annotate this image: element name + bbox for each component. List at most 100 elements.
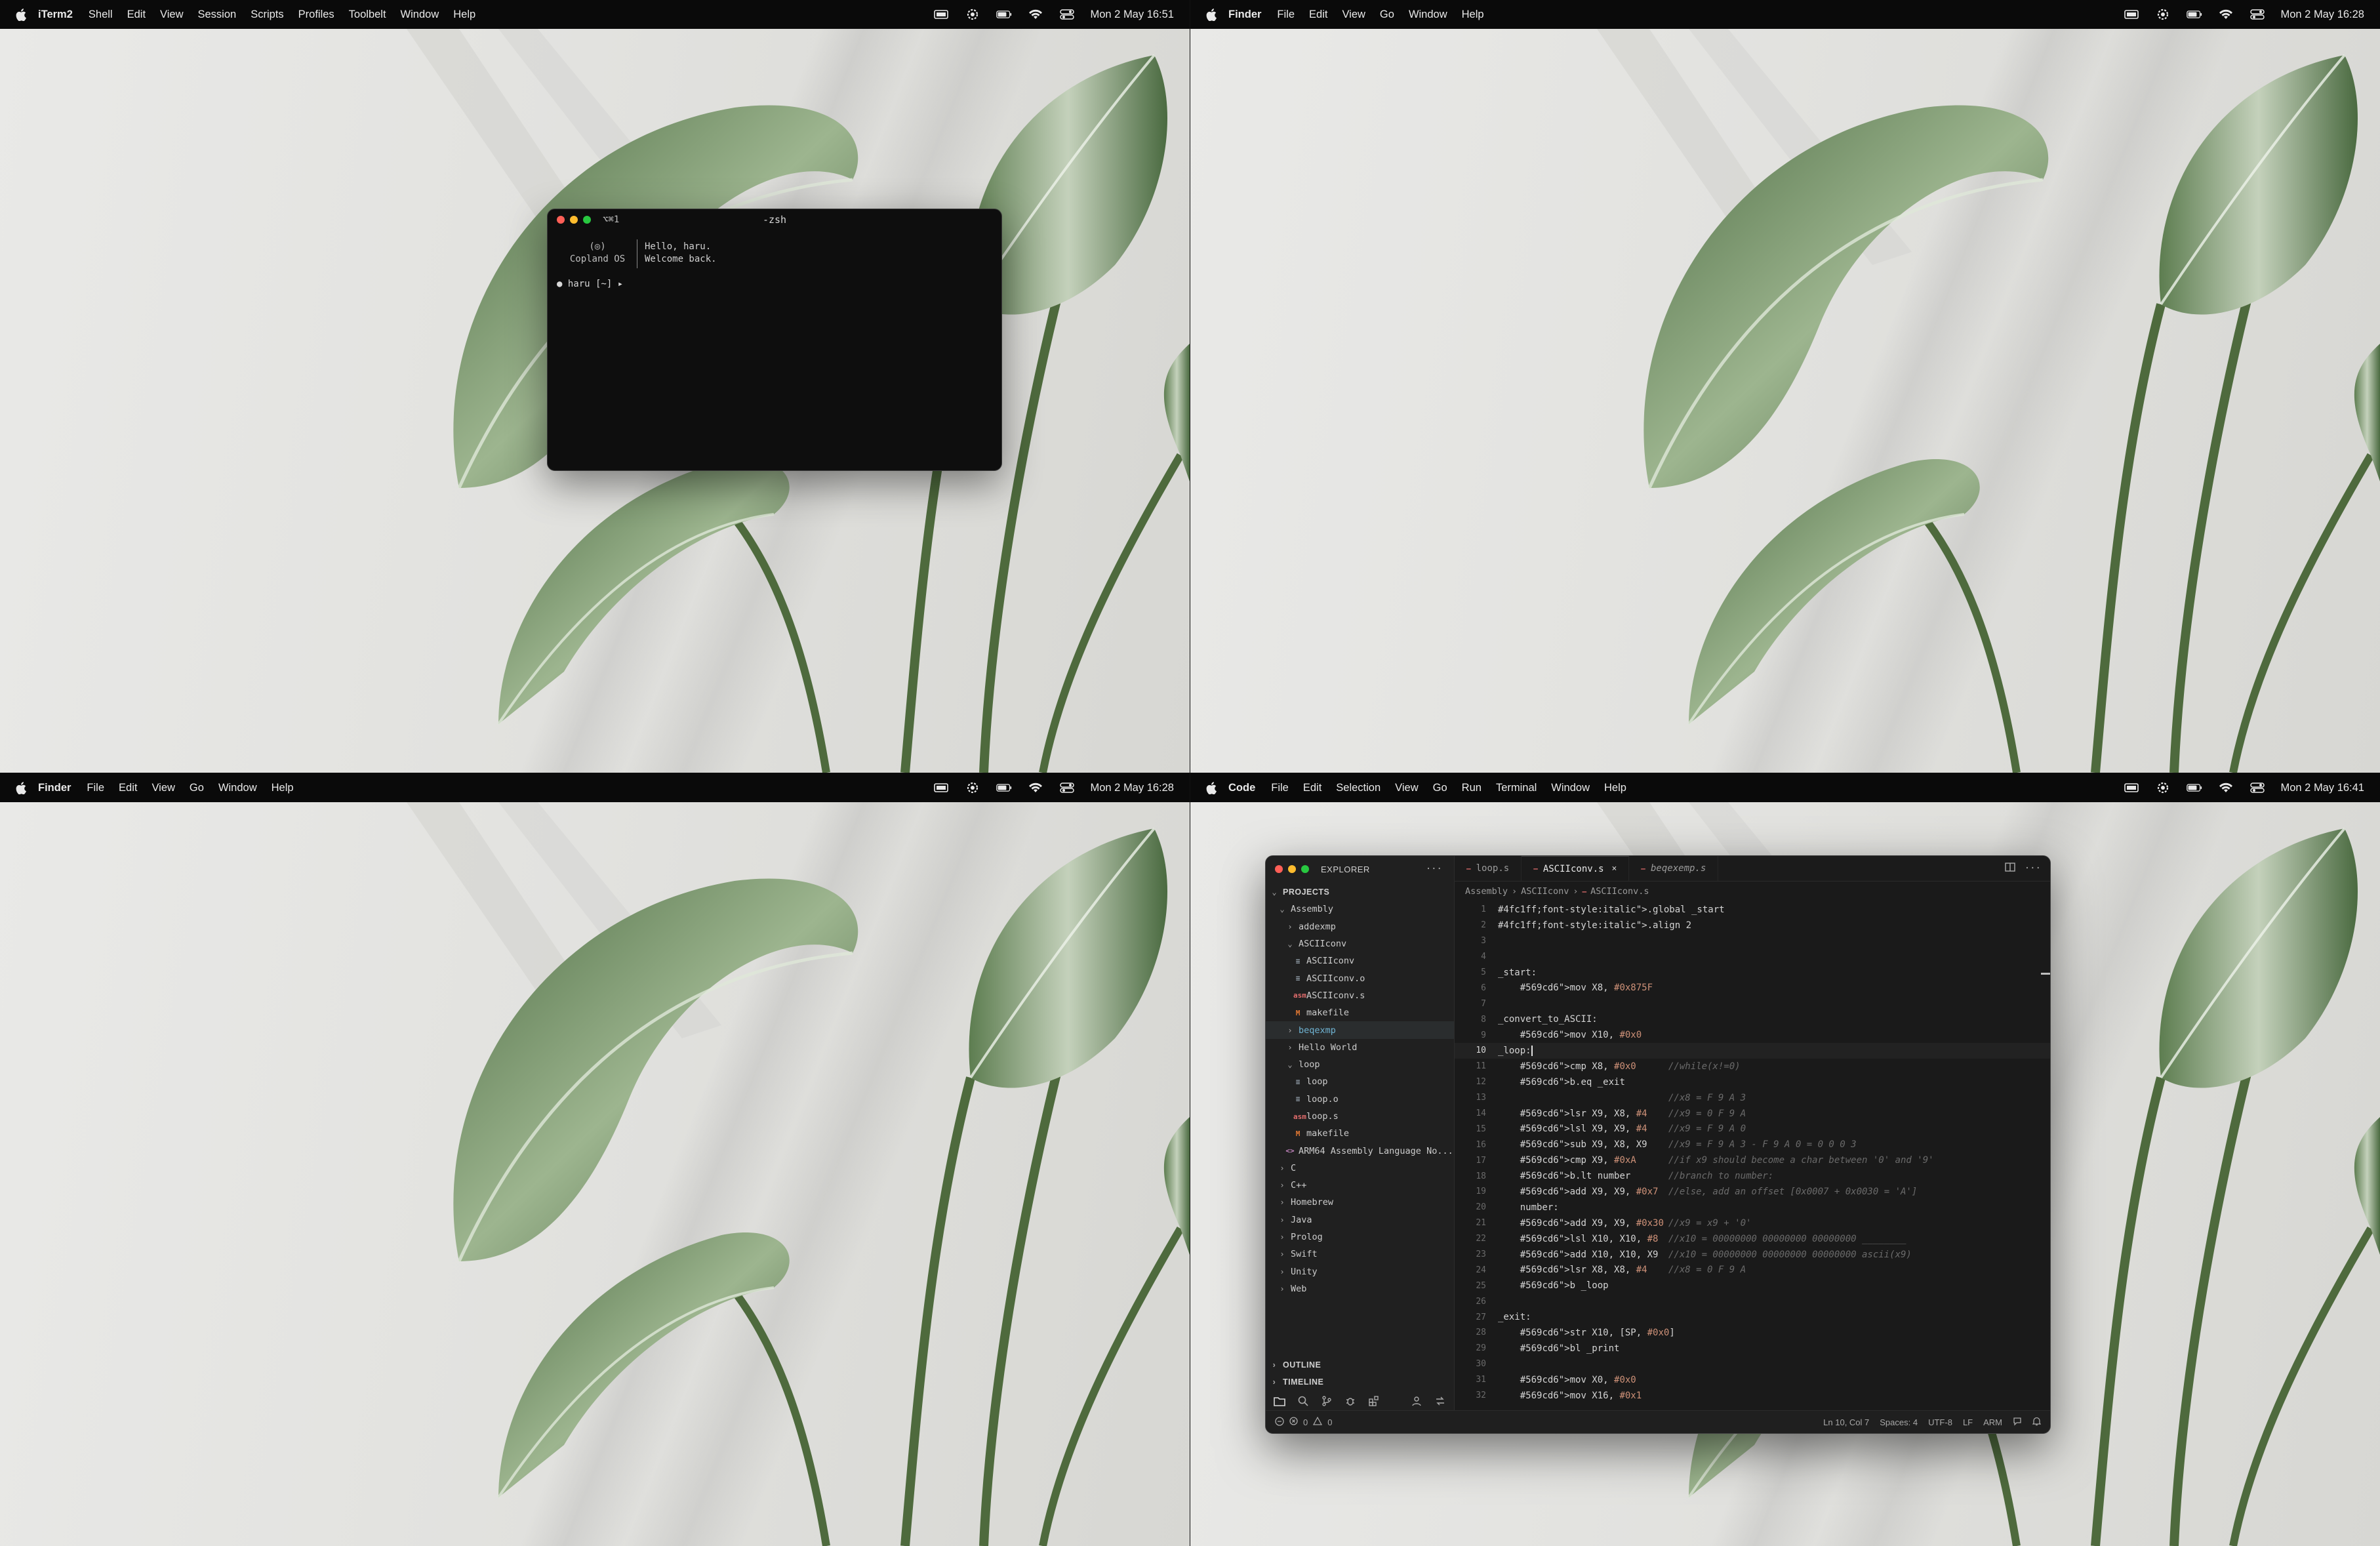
code-line[interactable]: 19 #569cd6">add X9, X9, #0x7 //else, add …	[1455, 1184, 2050, 1200]
minimize-window-button[interactable]	[1288, 865, 1296, 873]
tree-folder[interactable]: › Prolog	[1266, 1229, 1454, 1246]
tree-file[interactable]: ≡ ASCIIconv	[1266, 952, 1454, 969]
code-line[interactable]: 21 #569cd6">add X9, X9, #0x30 //x9 = x9 +…	[1455, 1215, 2050, 1231]
menu-item[interactable]: File	[1277, 9, 1295, 21]
encoding[interactable]: UTF-8	[1928, 1417, 1952, 1427]
tree-file[interactable]: ≡ ASCIIconv.o	[1266, 969, 1454, 987]
tree-folder[interactable]: › addexmp	[1266, 918, 1454, 935]
code-line[interactable]: 8 _convert_to_ASCII:	[1455, 1011, 2050, 1027]
menu-item[interactable]: Toolbelt	[349, 9, 386, 21]
menu-item[interactable]: View	[151, 782, 174, 794]
code-line[interactable]: 9 #569cd6">mov X10, #0x0	[1455, 1027, 2050, 1043]
wifi-icon[interactable]	[2218, 7, 2234, 22]
display-icon[interactable]	[2124, 7, 2139, 22]
editor-tab[interactable]: — beqexemp.s	[1629, 856, 1719, 881]
scrollbar-marker[interactable]	[2041, 973, 2050, 975]
more-icon[interactable]: ···	[1426, 864, 1442, 874]
menu-item[interactable]: Window	[1409, 9, 1447, 21]
close-window-button[interactable]	[1275, 865, 1283, 873]
display-icon[interactable]	[933, 7, 949, 22]
code-line[interactable]: 6 #569cd6">mov X8, #0x875F	[1455, 980, 2050, 996]
extensions-icon[interactable]	[1368, 1395, 1380, 1407]
code-line[interactable]: 10 _loop:	[1455, 1043, 2050, 1059]
menu-item[interactable]: Shell	[89, 9, 113, 21]
terminal-window[interactable]: ⌥⌘1 -zsh (◎) Copland OS Hello, haru. Wel…	[547, 209, 1002, 471]
tree-folder[interactable]: › Unity	[1266, 1263, 1454, 1280]
code-line[interactable]: 28 #569cd6">str X10, [SP, #0x0]	[1455, 1325, 2050, 1341]
code-line[interactable]: 11 #569cd6">cmp X8, #0x0 //while(x!=0)	[1455, 1059, 2050, 1074]
wifi-icon[interactable]	[1028, 7, 1043, 22]
menu-app-name[interactable]: Code	[1228, 782, 1255, 794]
tree-file[interactable]: ≡ loop.o	[1266, 1091, 1454, 1108]
menu-clock[interactable]: Mon 2 May 16:41	[2281, 782, 2365, 794]
tree-folder[interactable]: › Java	[1266, 1211, 1454, 1229]
wifi-icon[interactable]	[1028, 781, 1043, 795]
menu-item[interactable]: Help	[453, 9, 475, 21]
menu-item[interactable]: Run	[1462, 782, 1482, 794]
terminal-titlebar[interactable]: ⌥⌘1 -zsh	[548, 209, 1001, 230]
code-lines[interactable]: 1 #4fc1ff;font-style:italic">.global _sta…	[1455, 902, 2050, 1404]
close-tab-icon[interactable]: ×	[1612, 864, 1617, 874]
tree-folder[interactable]: › Swift	[1266, 1246, 1454, 1263]
projects-section[interactable]: ⌄ PROJECTS	[1266, 884, 1454, 901]
menu-app-name[interactable]: Finder	[1228, 9, 1261, 21]
tree-file[interactable]: asm loop.s	[1266, 1108, 1454, 1125]
vscode-window[interactable]: EXPLORER ··· ⌄ PROJECTS ⌄ Assembly › addexmp ⌄…	[1265, 855, 2051, 1434]
code-line[interactable]: 5 _start:	[1455, 965, 2050, 981]
bell-icon[interactable]	[2032, 1417, 2042, 1428]
code-line[interactable]: 27 _exit:	[1455, 1309, 2050, 1325]
code-line[interactable]: 1 #4fc1ff;font-style:italic">.global _sta…	[1455, 902, 2050, 918]
tree-file[interactable]: Mmakefile	[1266, 1004, 1454, 1021]
menu-item[interactable]: View	[160, 9, 183, 21]
menu-item[interactable]: Terminal	[1496, 782, 1537, 794]
code-line[interactable]: 14 #569cd6">lsr X9, X8, #4 //x9 = 0 F 9 A	[1455, 1106, 2050, 1122]
breadcrumb-item[interactable]: ASCIIconv.s	[1590, 886, 1649, 897]
code-line[interactable]: 32 #569cd6">mov X16, #0x1	[1455, 1388, 2050, 1404]
menu-item[interactable]: Edit	[1309, 9, 1327, 21]
battery-icon[interactable]	[996, 7, 1012, 22]
shell-prompt[interactable]: ● haru [~] ▸	[557, 279, 623, 289]
menu-item[interactable]: Go	[1433, 782, 1447, 794]
menu-item[interactable]: File	[1271, 782, 1289, 794]
code-line[interactable]: 25 #569cd6">b _loop	[1455, 1278, 2050, 1293]
battery-icon[interactable]	[996, 781, 1012, 795]
line-ending[interactable]: LF	[1963, 1417, 1973, 1427]
source-control-icon[interactable]	[1321, 1395, 1333, 1407]
code-line[interactable]: 30	[1455, 1356, 2050, 1372]
gear-icon[interactable]	[965, 781, 980, 795]
code-line[interactable]: 2 #4fc1ff;font-style:italic">.align 2	[1455, 918, 2050, 933]
apple-icon[interactable]	[14, 781, 28, 794]
menu-item[interactable]: Help	[272, 782, 294, 794]
close-window-button[interactable]	[557, 216, 565, 224]
battery-icon[interactable]	[2186, 781, 2202, 795]
tree-folder[interactable]: › beqexmp	[1266, 1021, 1454, 1039]
menu-item[interactable]: Go	[1380, 9, 1394, 21]
language-mode[interactable]: ARM	[1983, 1417, 2002, 1427]
menu-item[interactable]: Scripts	[251, 9, 283, 21]
split-editor-icon[interactable]	[2005, 863, 2015, 874]
cursor-position[interactable]: Ln 10, Col 7	[1823, 1417, 1869, 1427]
tree-folder[interactable]: ⌄ ASCIIconv	[1266, 935, 1454, 952]
tree-folder[interactable]: › Hello World	[1266, 1039, 1454, 1056]
code-line[interactable]: 31 #569cd6">mov X0, #0x0	[1455, 1372, 2050, 1388]
menu-item[interactable]: Selection	[1336, 782, 1381, 794]
tree-file[interactable]: asm ASCIIconv.s	[1266, 987, 1454, 1004]
tree-file[interactable]: ≡ loop	[1266, 1073, 1454, 1090]
menu-item[interactable]: Edit	[1303, 782, 1321, 794]
tree-folder[interactable]: ⌄ loop	[1266, 1056, 1454, 1073]
breadcrumb-item[interactable]: Assembly	[1465, 886, 1508, 897]
tree-folder[interactable]: › Web	[1266, 1280, 1454, 1297]
menu-app-name[interactable]: Finder	[38, 782, 71, 794]
code-line[interactable]: 3	[1455, 933, 2050, 949]
breadcrumb-item[interactable]: ASCIIconv	[1521, 886, 1569, 897]
timeline-section[interactable]: › TIMELINE	[1266, 1373, 1454, 1391]
code-line[interactable]: 12 #569cd6">b.eq _exit	[1455, 1074, 2050, 1090]
menu-item[interactable]: Session	[198, 9, 237, 21]
menu-item[interactable]: Window	[218, 782, 257, 794]
menu-item[interactable]: Help	[1604, 782, 1626, 794]
code-line[interactable]: 16 #569cd6">sub X9, X8, X9 //x9 = F 9 A 3…	[1455, 1137, 2050, 1152]
menu-item[interactable]: View	[1342, 9, 1365, 21]
settings-sync-icon[interactable]	[1434, 1395, 1446, 1407]
menu-item[interactable]: Go	[190, 782, 204, 794]
tree-folder[interactable]: ⌄ Assembly	[1266, 901, 1454, 918]
